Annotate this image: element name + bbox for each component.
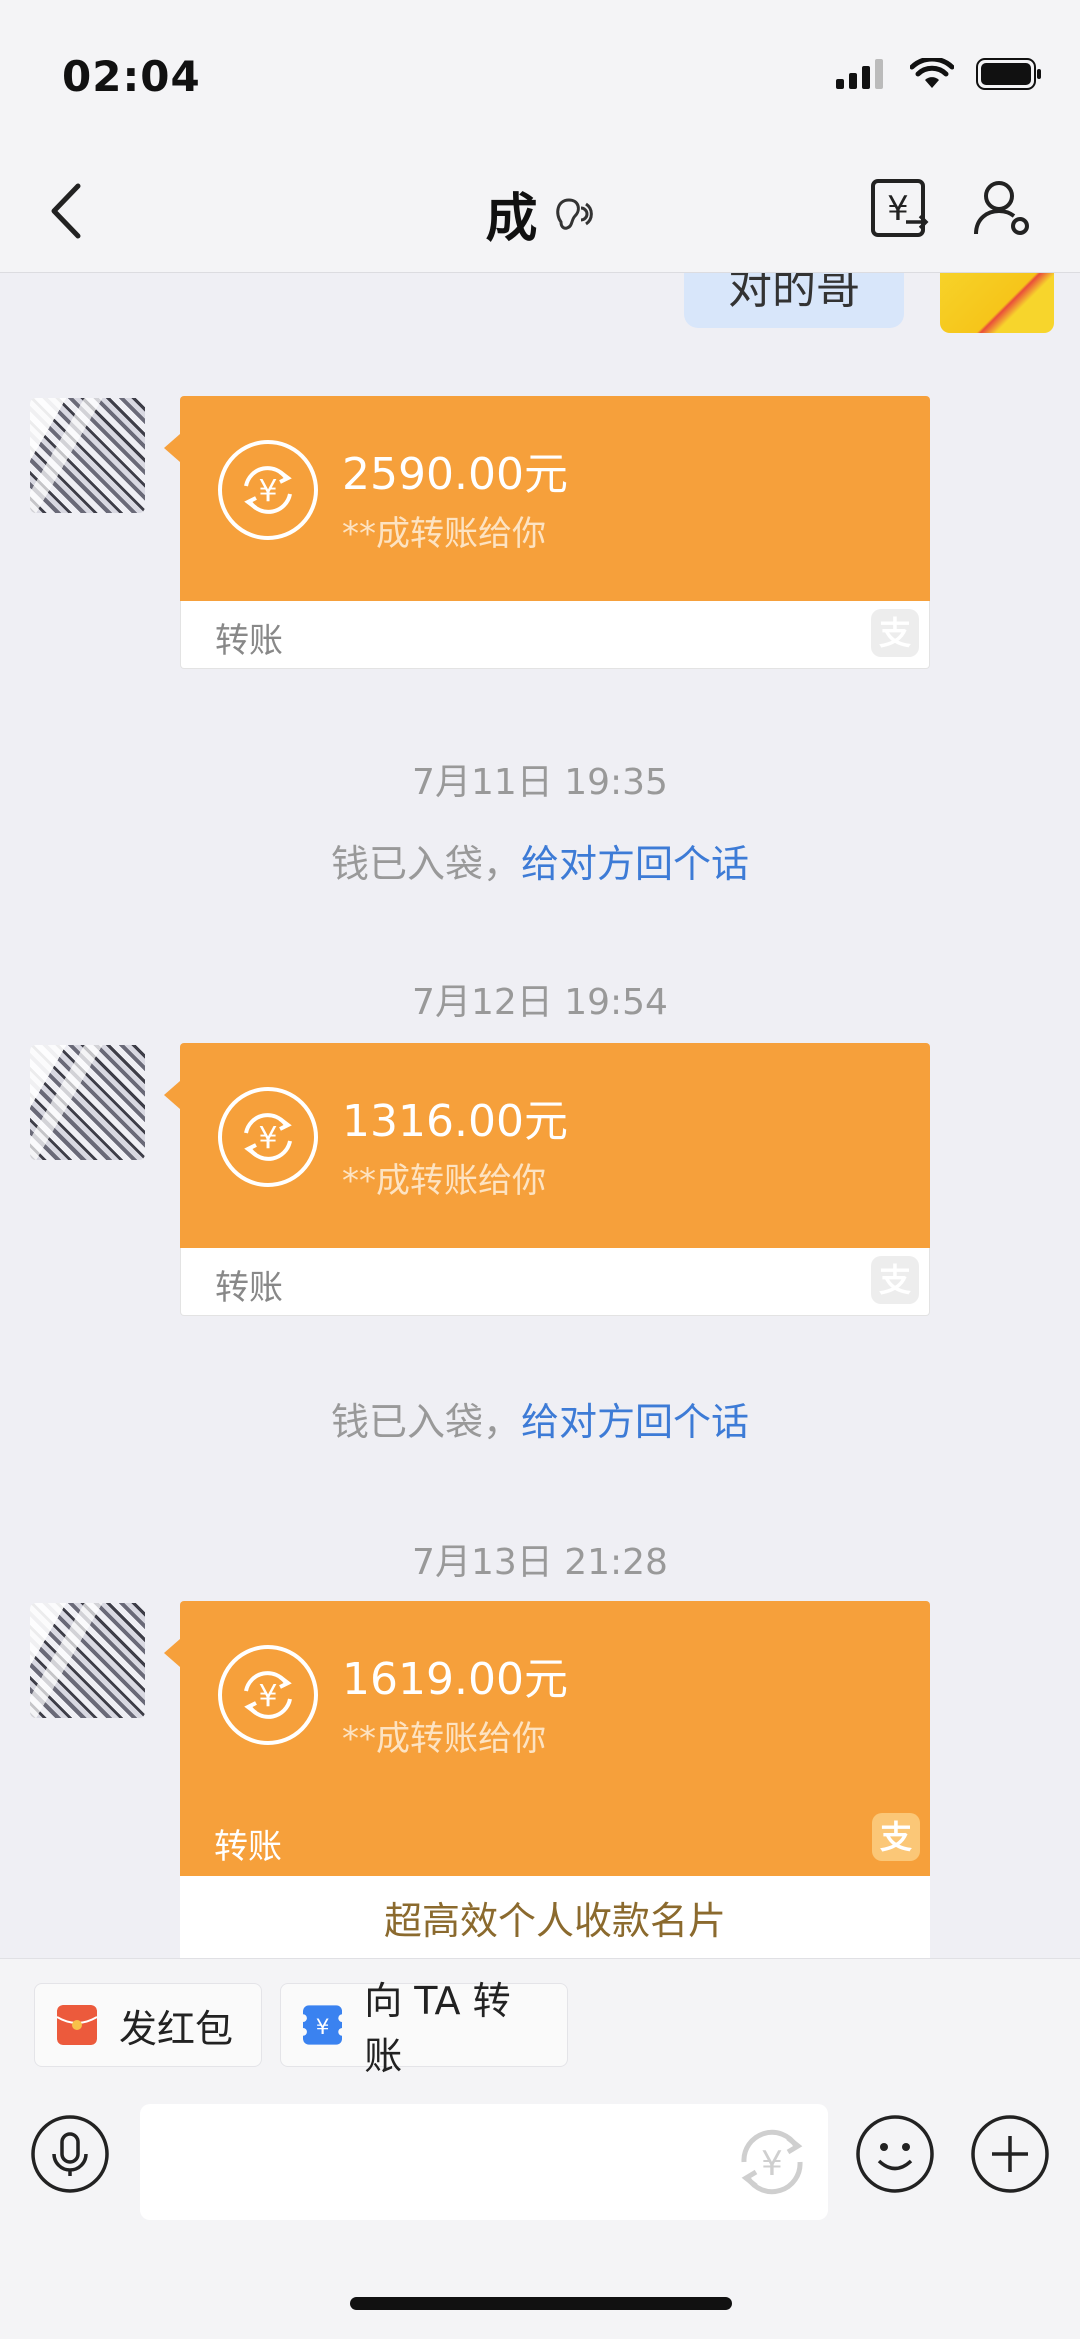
emoji-icon[interactable]	[855, 2114, 935, 2194]
reply-link[interactable]: 给对方回个话	[521, 842, 749, 886]
transfer-amount: 2590.00元	[342, 449, 568, 500]
quick-transfer-icon[interactable]: ¥	[730, 2120, 814, 2204]
transfer-message[interactable]: ¥ 2590.00元 **成转账给你 转账 支	[164, 396, 930, 669]
timestamp: 7月12日 19:54	[412, 982, 668, 1023]
page-title: 成	[485, 189, 538, 249]
transfer-card-footer: 转账 支	[180, 601, 930, 669]
timestamp: 7月13日 21:28	[412, 1542, 668, 1583]
home-indicator[interactable]	[350, 2297, 732, 2310]
earpiece-mode-icon	[555, 197, 593, 230]
contact-avatar[interactable]	[30, 398, 145, 513]
transfer-coin-icon: ¥	[218, 1645, 318, 1745]
status-time: 02:04	[62, 52, 201, 101]
alipay-icon: 支	[871, 1256, 919, 1304]
my-message-bubble[interactable]: 对的哥	[684, 273, 904, 328]
transfer-card-top: ¥ 1619.00元 **成转账给你 转账 支	[164, 1601, 930, 1876]
svg-text:¥: ¥	[258, 1679, 277, 1714]
transfer-record-icon[interactable]: ¥	[870, 178, 930, 240]
transfer-subtitle: **成转账给你	[342, 1161, 546, 1201]
user-settings-icon[interactable]	[972, 178, 1034, 240]
chat-area[interactable]: 对的哥 ¥ 2590.00元 **成转账给你 转账 支 7月11日 19:35 …	[0, 273, 1080, 1958]
system-message-text: 钱已入袋，	[330, 1400, 521, 1444]
transfer-card-top: ¥ 1316.00元 **成转账给你	[164, 1043, 930, 1248]
red-packet-button[interactable]: 发红包	[34, 1983, 262, 2067]
status-icons	[836, 58, 1042, 90]
transfer-amount: 1316.00元	[342, 1096, 568, 1147]
svg-text:¥: ¥	[258, 1121, 277, 1156]
transfer-subtitle: **成转账给你	[342, 1719, 546, 1759]
contact-avatar[interactable]	[30, 1603, 145, 1718]
reply-link[interactable]: 给对方回个话	[521, 1400, 749, 1444]
system-message: 钱已入袋，给对方回个话	[0, 833, 1080, 888]
system-message-text: 钱已入袋，	[330, 842, 521, 886]
plus-icon[interactable]	[970, 2114, 1050, 2194]
red-packet-icon	[57, 2005, 97, 2045]
wifi-icon	[910, 58, 954, 88]
alipay-icon: 支	[871, 609, 919, 657]
contact-avatar[interactable]	[30, 1045, 145, 1160]
my-avatar[interactable]	[940, 273, 1054, 333]
alipay-icon: 支	[872, 1813, 920, 1861]
timestamp: 7月11日 19:35	[412, 762, 668, 803]
nav-actions: ¥	[870, 178, 1034, 240]
payment-card-promo[interactable]: 超高效个人收款名片	[180, 1876, 930, 1958]
transfer-label: 转账	[215, 1268, 283, 1308]
svg-text:¥: ¥	[258, 474, 277, 509]
transfer-card-footer: 转账 支	[180, 1248, 930, 1316]
transfer-message[interactable]: ¥ 1316.00元 **成转账给你 转账 支	[164, 1043, 930, 1316]
transfer-card-top: ¥ 2590.00元 **成转账给你	[164, 396, 930, 601]
transfer-to-button[interactable]: ¥ 向 TA 转账	[280, 1979, 568, 2078]
red-packet-label: 发红包	[119, 2006, 234, 2051]
transfer-to-label: 向 TA 转账	[364, 1979, 511, 2078]
nav-bar: 成 ¥	[0, 150, 1080, 273]
transfer-coin-icon: ¥	[218, 440, 318, 540]
voice-icon[interactable]	[30, 2114, 110, 2194]
transfer-coin-icon: ¥	[218, 1087, 318, 1187]
transfer-label: 转账	[215, 621, 283, 661]
transfer-ticket-icon: ¥	[303, 2005, 343, 2045]
transfer-amount: 1619.00元	[342, 1654, 568, 1705]
system-message: 钱已入袋，给对方回个话	[0, 1391, 1080, 1446]
battery-icon	[976, 58, 1041, 90]
signal-icon	[836, 59, 883, 89]
message-input[interactable]: ¥	[140, 2104, 828, 2220]
transfer-message[interactable]: ¥ 1619.00元 **成转账给你 转账 支 超高效个人收款名片	[164, 1601, 930, 1958]
status-bar: 02:04	[0, 0, 1080, 150]
svg-text:¥: ¥	[761, 2144, 783, 2184]
svg-text:¥: ¥	[316, 2015, 330, 2040]
transfer-label: 转账	[214, 1827, 282, 1867]
quick-actions-bar: 发红包 ¥ 向 TA 转账	[0, 1958, 1080, 2078]
transfer-subtitle: **成转账给你	[342, 514, 546, 554]
